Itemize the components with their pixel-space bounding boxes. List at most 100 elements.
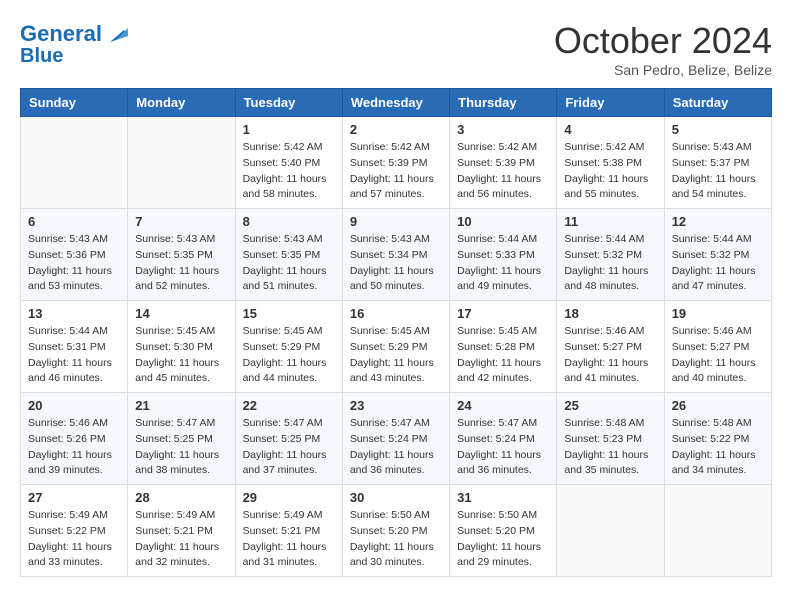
day-number: 13 bbox=[28, 306, 120, 321]
day-info: Sunrise: 5:45 AMSunset: 5:30 PMDaylight:… bbox=[135, 324, 227, 387]
calendar-cell: 13 Sunrise: 5:44 AMSunset: 5:31 PMDayligh… bbox=[21, 301, 128, 393]
calendar-cell: 12Sunrise: 5:44 AMSunset: 5:32 PMDayligh… bbox=[664, 209, 771, 301]
calendar-cell: 30 Sunrise: 5:50 AMSunset: 5:20 PMDayligh… bbox=[342, 485, 449, 577]
day-info: Sunrise: 5:43 AMSunset: 5:36 PMDaylight:… bbox=[28, 232, 120, 295]
calendar-cell bbox=[557, 485, 664, 577]
calendar-week-2: 6 Sunrise: 5:43 AMSunset: 5:36 PMDaylight… bbox=[21, 209, 772, 301]
day-number: 4 bbox=[564, 122, 656, 137]
day-info: Sunrise: 5:42 AMSunset: 5:39 PMDaylight:… bbox=[457, 140, 549, 203]
logo-text-blue: Blue bbox=[20, 45, 63, 67]
calendar-cell: 2 Sunrise: 5:42 AMSunset: 5:39 PMDaylight… bbox=[342, 117, 449, 209]
day-info: Sunrise: 5:50 AMSunset: 5:20 PMDaylight:… bbox=[457, 508, 549, 571]
day-number: 8 bbox=[243, 214, 335, 229]
day-info: Sunrise: 5:42 AMSunset: 5:38 PMDaylight:… bbox=[564, 140, 656, 203]
day-number: 6 bbox=[28, 214, 120, 229]
calendar-week-5: 27Sunrise: 5:49 AMSunset: 5:22 PMDayligh… bbox=[21, 485, 772, 577]
calendar-cell: 22 Sunrise: 5:47 AMSunset: 5:25 PMDayligh… bbox=[235, 393, 342, 485]
day-number: 17 bbox=[457, 306, 549, 321]
day-number: 22 bbox=[243, 398, 335, 413]
calendar-cell: 5 Sunrise: 5:43 AMSunset: 5:37 PMDaylight… bbox=[664, 117, 771, 209]
day-info: Sunrise: 5:43 AMSunset: 5:34 PMDaylight:… bbox=[350, 232, 442, 295]
day-number: 5 bbox=[672, 122, 764, 137]
calendar-cell: 29Sunrise: 5:49 AMSunset: 5:21 PMDayligh… bbox=[235, 485, 342, 577]
day-number: 29 bbox=[243, 490, 335, 505]
day-number: 3 bbox=[457, 122, 549, 137]
month-title: October 2024 bbox=[554, 20, 772, 62]
calendar-table: SundayMondayTuesdayWednesdayThursdayFrid… bbox=[20, 88, 772, 577]
day-number: 31 bbox=[457, 490, 549, 505]
calendar-cell: 18 Sunrise: 5:46 AMSunset: 5:27 PMDayligh… bbox=[557, 301, 664, 393]
day-number: 28 bbox=[135, 490, 227, 505]
calendar-cell: 25 Sunrise: 5:48 AMSunset: 5:23 PMDayligh… bbox=[557, 393, 664, 485]
logo: General Blue bbox=[20, 20, 128, 67]
day-number: 24 bbox=[457, 398, 549, 413]
day-number: 7 bbox=[135, 214, 227, 229]
day-info: Sunrise: 5:47 AMSunset: 5:25 PMDaylight:… bbox=[135, 416, 227, 479]
calendar-cell: 3 Sunrise: 5:42 AMSunset: 5:39 PMDaylight… bbox=[450, 117, 557, 209]
col-header-sunday: Sunday bbox=[21, 89, 128, 117]
calendar-cell: 1Sunrise: 5:42 AMSunset: 5:40 PMDaylight… bbox=[235, 117, 342, 209]
calendar-cell: 31 Sunrise: 5:50 AMSunset: 5:20 PMDayligh… bbox=[450, 485, 557, 577]
calendar-cell: 11 Sunrise: 5:44 AMSunset: 5:32 PMDayligh… bbox=[557, 209, 664, 301]
col-header-saturday: Saturday bbox=[664, 89, 771, 117]
day-number: 9 bbox=[350, 214, 442, 229]
col-header-wednesday: Wednesday bbox=[342, 89, 449, 117]
calendar-cell: 23Sunrise: 5:47 AMSunset: 5:24 PMDayligh… bbox=[342, 393, 449, 485]
calendar-cell: 6 Sunrise: 5:43 AMSunset: 5:36 PMDaylight… bbox=[21, 209, 128, 301]
calendar-week-3: 13 Sunrise: 5:44 AMSunset: 5:31 PMDayligh… bbox=[21, 301, 772, 393]
day-info: Sunrise: 5:47 AMSunset: 5:25 PMDaylight:… bbox=[243, 416, 335, 479]
day-info: Sunrise: 5:43 AMSunset: 5:37 PMDaylight:… bbox=[672, 140, 764, 203]
col-header-monday: Monday bbox=[128, 89, 235, 117]
day-info: Sunrise: 5:43 AMSunset: 5:35 PMDaylight:… bbox=[243, 232, 335, 295]
day-number: 2 bbox=[350, 122, 442, 137]
day-info: Sunrise: 5:48 AMSunset: 5:23 PMDaylight:… bbox=[564, 416, 656, 479]
logo-bird-icon bbox=[106, 22, 128, 44]
day-info: Sunrise: 5:46 AMSunset: 5:27 PMDaylight:… bbox=[564, 324, 656, 387]
day-info: Sunrise: 5:44 AMSunset: 5:31 PMDaylight:… bbox=[28, 324, 120, 387]
calendar-cell: 26 Sunrise: 5:48 AMSunset: 5:22 PMDayligh… bbox=[664, 393, 771, 485]
day-info: Sunrise: 5:42 AMSunset: 5:39 PMDaylight:… bbox=[350, 140, 442, 203]
day-number: 26 bbox=[672, 398, 764, 413]
logo-text-general: General bbox=[20, 22, 102, 46]
day-info: Sunrise: 5:48 AMSunset: 5:22 PMDaylight:… bbox=[672, 416, 764, 479]
day-number: 19 bbox=[672, 306, 764, 321]
col-header-thursday: Thursday bbox=[450, 89, 557, 117]
day-info: Sunrise: 5:42 AMSunset: 5:40 PMDaylight:… bbox=[243, 140, 335, 203]
day-info: Sunrise: 5:50 AMSunset: 5:20 PMDaylight:… bbox=[350, 508, 442, 571]
day-info: Sunrise: 5:44 AMSunset: 5:33 PMDaylight:… bbox=[457, 232, 549, 295]
calendar-cell: 7 Sunrise: 5:43 AMSunset: 5:35 PMDaylight… bbox=[128, 209, 235, 301]
day-number: 20 bbox=[28, 398, 120, 413]
calendar-cell bbox=[21, 117, 128, 209]
day-number: 30 bbox=[350, 490, 442, 505]
calendar-cell: 14Sunrise: 5:45 AMSunset: 5:30 PMDayligh… bbox=[128, 301, 235, 393]
day-number: 12 bbox=[672, 214, 764, 229]
location-subtitle: San Pedro, Belize, Belize bbox=[554, 62, 772, 78]
calendar-cell: 9 Sunrise: 5:43 AMSunset: 5:34 PMDaylight… bbox=[342, 209, 449, 301]
calendar-cell: 27Sunrise: 5:49 AMSunset: 5:22 PMDayligh… bbox=[21, 485, 128, 577]
day-number: 23 bbox=[350, 398, 442, 413]
calendar-cell: 28Sunrise: 5:49 AMSunset: 5:21 PMDayligh… bbox=[128, 485, 235, 577]
calendar-cell: 4 Sunrise: 5:42 AMSunset: 5:38 PMDaylight… bbox=[557, 117, 664, 209]
calendar-cell: 20Sunrise: 5:46 AMSunset: 5:26 PMDayligh… bbox=[21, 393, 128, 485]
page-header: General Blue October 2024 San Pedro, Bel… bbox=[20, 20, 772, 78]
day-number: 11 bbox=[564, 214, 656, 229]
day-info: Sunrise: 5:44 AMSunset: 5:32 PMDaylight:… bbox=[564, 232, 656, 295]
day-info: Sunrise: 5:43 AMSunset: 5:35 PMDaylight:… bbox=[135, 232, 227, 295]
day-info: Sunrise: 5:47 AMSunset: 5:24 PMDaylight:… bbox=[457, 416, 549, 479]
calendar-week-4: 20Sunrise: 5:46 AMSunset: 5:26 PMDayligh… bbox=[21, 393, 772, 485]
calendar-cell: 19Sunrise: 5:46 AMSunset: 5:27 PMDayligh… bbox=[664, 301, 771, 393]
day-number: 16 bbox=[350, 306, 442, 321]
day-number: 18 bbox=[564, 306, 656, 321]
calendar-header-row: SundayMondayTuesdayWednesdayThursdayFrid… bbox=[21, 89, 772, 117]
title-area: October 2024 San Pedro, Belize, Belize bbox=[554, 20, 772, 78]
calendar-cell: 10 Sunrise: 5:44 AMSunset: 5:33 PMDayligh… bbox=[450, 209, 557, 301]
calendar-cell: 21Sunrise: 5:47 AMSunset: 5:25 PMDayligh… bbox=[128, 393, 235, 485]
col-header-friday: Friday bbox=[557, 89, 664, 117]
day-info: Sunrise: 5:45 AMSunset: 5:29 PMDaylight:… bbox=[350, 324, 442, 387]
day-number: 10 bbox=[457, 214, 549, 229]
day-info: Sunrise: 5:49 AMSunset: 5:22 PMDaylight:… bbox=[28, 508, 120, 571]
day-info: Sunrise: 5:45 AMSunset: 5:29 PMDaylight:… bbox=[243, 324, 335, 387]
day-number: 25 bbox=[564, 398, 656, 413]
day-number: 15 bbox=[243, 306, 335, 321]
calendar-week-1: 1Sunrise: 5:42 AMSunset: 5:40 PMDaylight… bbox=[21, 117, 772, 209]
